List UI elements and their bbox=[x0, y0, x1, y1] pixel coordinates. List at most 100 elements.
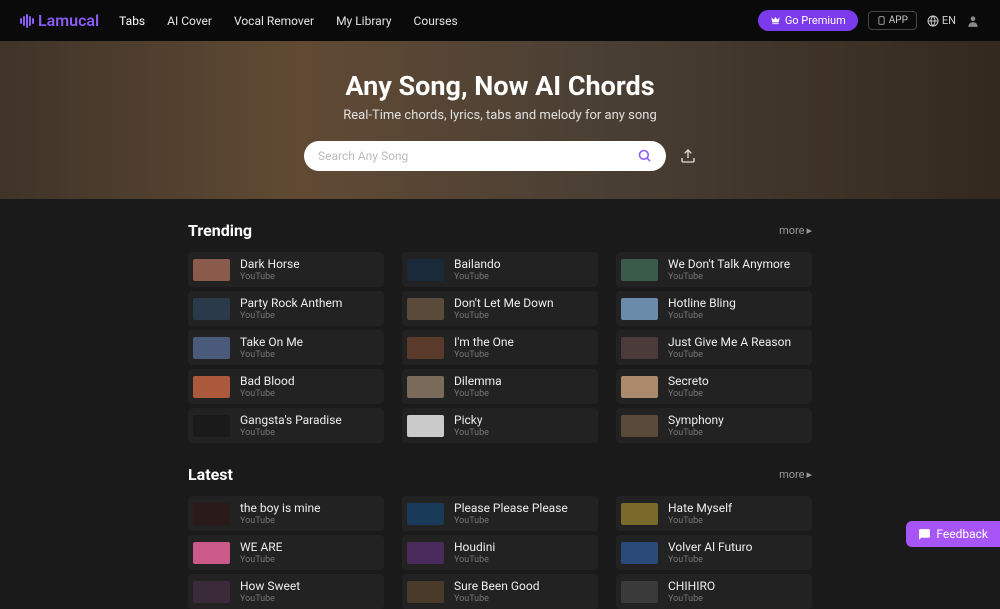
song-thumbnail bbox=[193, 337, 230, 359]
song-item[interactable]: SymphonyYouTube bbox=[616, 408, 812, 443]
language-button[interactable]: EN bbox=[927, 14, 956, 27]
song-info: Gangsta's ParadiseYouTube bbox=[240, 413, 342, 438]
song-title: I'm the One bbox=[454, 335, 514, 349]
song-item[interactable]: Please Please PleaseYouTube bbox=[402, 496, 598, 531]
phone-icon bbox=[877, 16, 886, 25]
chat-icon bbox=[918, 528, 931, 541]
content: Trendingmore ▸Dark HorseYouTubeBailandoY… bbox=[0, 199, 1000, 609]
song-item[interactable]: CHIHIROYouTube bbox=[616, 574, 812, 609]
song-title: Bad Blood bbox=[240, 374, 295, 388]
song-source: YouTube bbox=[668, 428, 724, 438]
logo-icon bbox=[20, 14, 34, 28]
song-thumbnail bbox=[407, 376, 444, 398]
song-item[interactable]: Party Rock AnthemYouTube bbox=[188, 291, 384, 326]
upload-icon[interactable] bbox=[680, 148, 696, 164]
section-title: Latest bbox=[188, 465, 233, 484]
hero: Any Song, Now AI Chords Real-Time chords… bbox=[0, 41, 1000, 199]
song-thumbnail bbox=[621, 503, 658, 525]
song-item[interactable]: Just Give Me A ReasonYouTube bbox=[616, 330, 812, 365]
search-icon[interactable] bbox=[637, 148, 652, 163]
song-item[interactable]: the boy is mineYouTube bbox=[188, 496, 384, 531]
song-info: We Don't Talk AnymoreYouTube bbox=[668, 257, 790, 282]
song-thumbnail bbox=[621, 581, 658, 603]
song-info: Bad BloodYouTube bbox=[240, 374, 295, 399]
song-source: YouTube bbox=[240, 389, 295, 399]
song-info: CHIHIROYouTube bbox=[668, 579, 715, 604]
song-title: Volver Al Futuro bbox=[668, 540, 752, 554]
song-source: YouTube bbox=[668, 555, 752, 565]
song-title: Bailando bbox=[454, 257, 501, 271]
search-box bbox=[304, 141, 666, 171]
song-info: Just Give Me A ReasonYouTube bbox=[668, 335, 791, 360]
song-item[interactable]: Dark HorseYouTube bbox=[188, 252, 384, 287]
song-source: YouTube bbox=[454, 555, 495, 565]
song-info: How SweetYouTube bbox=[240, 579, 300, 604]
app-label: APP bbox=[889, 15, 908, 26]
chevron-right-icon: ▸ bbox=[806, 468, 812, 481]
song-item[interactable]: BailandoYouTube bbox=[402, 252, 598, 287]
song-source: YouTube bbox=[668, 389, 709, 399]
song-thumbnail bbox=[407, 503, 444, 525]
song-info: Party Rock AnthemYouTube bbox=[240, 296, 342, 321]
song-item[interactable]: Hate MyselfYouTube bbox=[616, 496, 812, 531]
song-item[interactable]: WE AREYouTube bbox=[188, 535, 384, 570]
song-title: Gangsta's Paradise bbox=[240, 413, 342, 427]
hero-subtitle: Real-Time chords, lyrics, tabs and melod… bbox=[343, 108, 657, 123]
more-link[interactable]: more ▸ bbox=[779, 224, 812, 237]
song-item[interactable]: Sure Been GoodYouTube bbox=[402, 574, 598, 609]
app-button[interactable]: APP bbox=[868, 11, 917, 30]
song-title: Picky bbox=[454, 413, 489, 427]
song-thumbnail bbox=[407, 298, 444, 320]
song-source: YouTube bbox=[240, 428, 342, 438]
song-item[interactable]: Volver Al FuturoYouTube bbox=[616, 535, 812, 570]
song-info: PickyYouTube bbox=[454, 413, 489, 438]
more-link[interactable]: more ▸ bbox=[779, 468, 812, 481]
song-item[interactable]: SecretoYouTube bbox=[616, 369, 812, 404]
search-input[interactable] bbox=[318, 149, 637, 163]
search-row bbox=[304, 141, 696, 171]
song-item[interactable]: Bad BloodYouTube bbox=[188, 369, 384, 404]
header-right: Go Premium APP EN bbox=[758, 10, 980, 31]
nav-item-ai-cover[interactable]: AI Cover bbox=[167, 2, 212, 40]
logo[interactable]: Lamucal bbox=[20, 11, 99, 30]
nav-item-courses[interactable]: Courses bbox=[414, 2, 458, 40]
song-item[interactable]: How SweetYouTube bbox=[188, 574, 384, 609]
song-info: Hate MyselfYouTube bbox=[668, 501, 732, 526]
song-item[interactable]: HoudiniYouTube bbox=[402, 535, 598, 570]
section-header: Trendingmore ▸ bbox=[188, 221, 812, 240]
song-thumbnail bbox=[407, 581, 444, 603]
song-source: YouTube bbox=[454, 272, 501, 282]
lang-label: EN bbox=[942, 14, 956, 27]
song-thumbnail bbox=[621, 415, 658, 437]
nav-item-tabs[interactable]: Tabs bbox=[119, 2, 145, 40]
song-info: Don't Let Me DownYouTube bbox=[454, 296, 554, 321]
song-info: Dark HorseYouTube bbox=[240, 257, 300, 282]
song-title: Take On Me bbox=[240, 335, 303, 349]
feedback-button[interactable]: Feedback bbox=[906, 521, 1000, 547]
go-premium-button[interactable]: Go Premium bbox=[758, 10, 858, 31]
song-item[interactable]: We Don't Talk AnymoreYouTube bbox=[616, 252, 812, 287]
song-thumbnail bbox=[407, 415, 444, 437]
song-thumbnail bbox=[193, 298, 230, 320]
song-source: YouTube bbox=[240, 272, 300, 282]
song-title: How Sweet bbox=[240, 579, 300, 593]
song-item[interactable]: DilemmaYouTube bbox=[402, 369, 598, 404]
song-title: Secreto bbox=[668, 374, 709, 388]
song-item[interactable]: Take On MeYouTube bbox=[188, 330, 384, 365]
feedback-label: Feedback bbox=[936, 527, 988, 541]
song-item[interactable]: Gangsta's ParadiseYouTube bbox=[188, 408, 384, 443]
song-thumbnail bbox=[621, 259, 658, 281]
song-title: Houdini bbox=[454, 540, 495, 554]
song-item[interactable]: I'm the OneYouTube bbox=[402, 330, 598, 365]
song-source: YouTube bbox=[240, 311, 342, 321]
song-item[interactable]: Don't Let Me DownYouTube bbox=[402, 291, 598, 326]
user-icon[interactable] bbox=[966, 14, 980, 28]
song-thumbnail bbox=[193, 581, 230, 603]
song-item[interactable]: PickyYouTube bbox=[402, 408, 598, 443]
song-title: CHIHIRO bbox=[668, 579, 715, 593]
nav-item-my-library[interactable]: My Library bbox=[336, 2, 391, 40]
nav-item-vocal-remover[interactable]: Vocal Remover bbox=[234, 2, 314, 40]
song-title: Don't Let Me Down bbox=[454, 296, 554, 310]
song-thumbnail bbox=[193, 503, 230, 525]
song-item[interactable]: Hotline BlingYouTube bbox=[616, 291, 812, 326]
